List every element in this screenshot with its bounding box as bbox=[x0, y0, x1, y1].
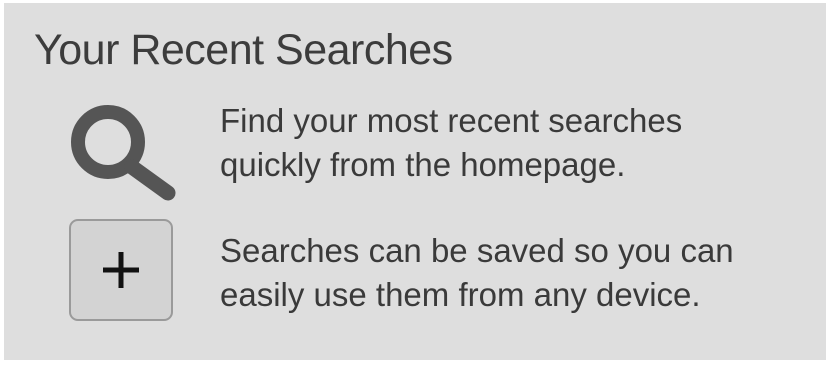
recent-searches-feature: Find your most recent searches quickly f… bbox=[4, 93, 826, 203]
panel-title: Your Recent Searches bbox=[34, 26, 453, 74]
recent-searches-line-1: Find your most recent searches bbox=[220, 102, 683, 139]
recent-searches-panel: Your Recent Searches Find your most rece… bbox=[4, 3, 826, 360]
saved-searches-line-1: Searches can be saved so you can bbox=[220, 232, 734, 269]
recent-searches-line-2: quickly from the homepage. bbox=[220, 146, 626, 183]
plus-icon bbox=[103, 252, 139, 288]
saved-searches-description: Searches can be saved so you can easily … bbox=[220, 229, 734, 317]
recent-searches-description: Find your most recent searches quickly f… bbox=[220, 99, 682, 187]
saved-searches-feature: Searches can be saved so you can easily … bbox=[4, 219, 826, 329]
saved-searches-line-2: easily use them from any device. bbox=[220, 276, 701, 313]
add-saved-search-button[interactable] bbox=[69, 219, 173, 321]
search-icon bbox=[66, 101, 178, 203]
